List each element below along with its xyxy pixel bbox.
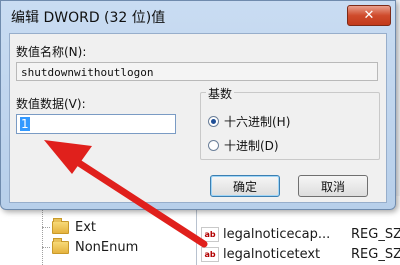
annotation-arrow-icon: [44, 140, 208, 248]
